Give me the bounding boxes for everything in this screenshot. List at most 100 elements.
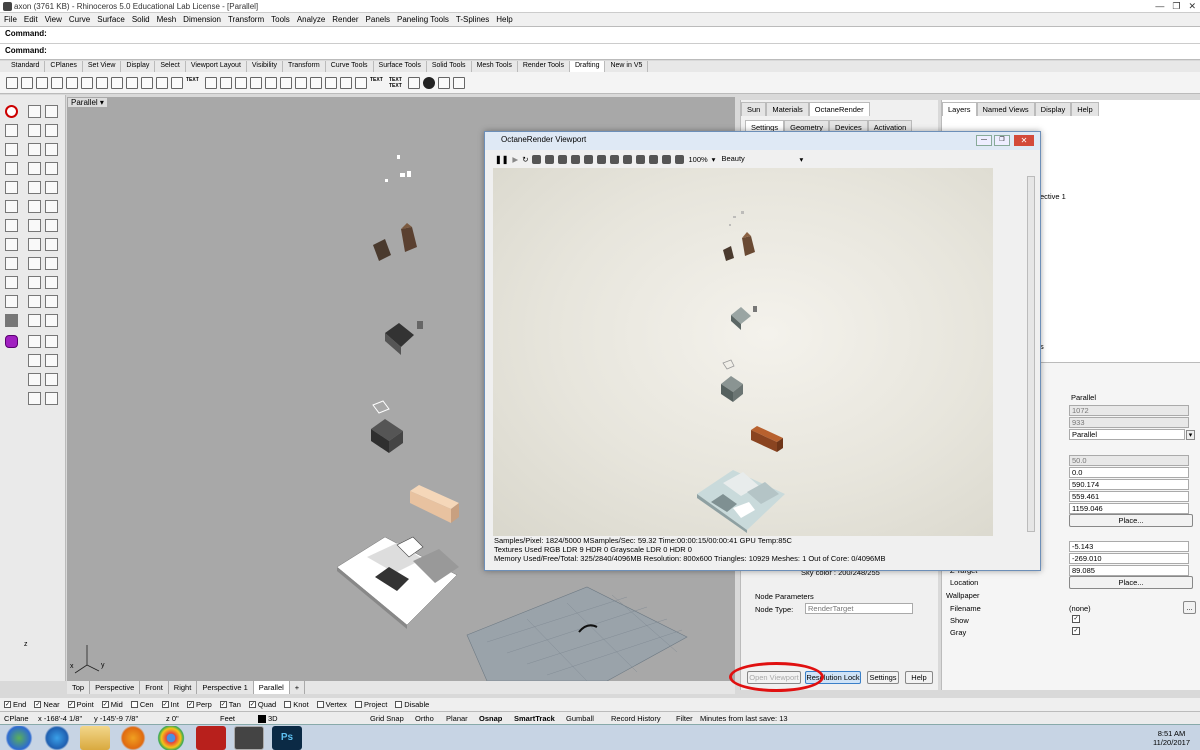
settings-gear-icon[interactable] <box>662 154 672 164</box>
t-splines-icon[interactable] <box>5 335 18 348</box>
tab-surface-tools[interactable]: Surface Tools <box>374 61 427 72</box>
tab-set-view[interactable]: Set View <box>83 61 122 72</box>
target-place-button[interactable]: Place... <box>1069 576 1193 589</box>
group-icon[interactable] <box>45 295 58 308</box>
checkbox-icon[interactable]: ✓ <box>186 701 194 708</box>
tab-mesh-tools[interactable]: Mesh Tools <box>472 61 518 72</box>
smarttrack-toggle[interactable]: SmartTrack <box>514 714 555 723</box>
contour-icon[interactable] <box>310 76 322 89</box>
tab-display[interactable]: Display <box>121 61 156 72</box>
checkbox-icon[interactable]: ✓ <box>161 701 169 708</box>
osnap-vertex[interactable]: Vertex <box>316 700 347 709</box>
status-layer[interactable]: 3D <box>268 714 278 723</box>
gray-checkbox[interactable]: ✓ <box>1072 627 1080 635</box>
pause-icon[interactable]: ❚❚ <box>495 155 508 164</box>
octane-render-viewport-window[interactable]: OctaneRender Viewport — ❐ ✕ ❚❚ ▶ ↻ 100% … <box>484 131 1041 571</box>
leader-icon[interactable] <box>111 76 123 89</box>
rotate-view-icon[interactable] <box>5 162 18 175</box>
menu-edit[interactable]: Edit <box>24 15 38 24</box>
color-picker-icon[interactable] <box>545 154 555 164</box>
vp-tab-right[interactable]: Right <box>169 681 198 694</box>
zoom-level[interactable]: 100% <box>688 155 707 164</box>
loft-icon[interactable] <box>45 238 58 251</box>
trim-icon[interactable] <box>28 276 41 289</box>
tab-standard[interactable]: Standard <box>6 61 46 72</box>
menu-curve[interactable]: Curve <box>69 15 90 24</box>
tab-octanerender[interactable]: OctaneRender <box>808 102 870 116</box>
internet-explorer-icon[interactable] <box>42 726 72 750</box>
status-cplane[interactable]: CPlane <box>4 714 29 723</box>
make2d-icon[interactable] <box>205 76 217 89</box>
tab-sun[interactable]: Sun <box>741 102 767 116</box>
shade-icon[interactable] <box>5 238 18 251</box>
octane-render-canvas[interactable] <box>493 168 993 536</box>
render-icon[interactable] <box>5 276 18 289</box>
maximize-button[interactable]: ❐ <box>1172 1 1180 12</box>
osnap-disable[interactable]: Disable <box>395 700 429 709</box>
render-region-icon[interactable] <box>532 154 542 164</box>
chevron-down-icon[interactable]: ▾ <box>799 155 803 164</box>
layout-icon[interactable] <box>265 76 277 89</box>
detail-icon[interactable] <box>250 76 262 89</box>
annotation-style-icon[interactable] <box>235 76 247 89</box>
close-button[interactable]: ✕ <box>1188 1 1196 12</box>
box-view-icon[interactable] <box>5 200 18 213</box>
prop-camera-z[interactable]: 1159.046 <box>1069 503 1189 514</box>
osnap-toggle[interactable]: Osnap <box>479 714 502 723</box>
minimize-button[interactable]: — <box>1155 1 1164 12</box>
octane-window-titlebar[interactable]: OctaneRender Viewport — ❐ ✕ <box>485 132 1040 150</box>
ortho-toggle[interactable]: Ortho <box>415 714 434 723</box>
menu-mesh[interactable]: Mesh <box>157 15 177 24</box>
menu-paneling-tools[interactable]: Paneling Tools <box>397 15 449 24</box>
chevron-down-icon[interactable]: ▾ <box>100 98 104 107</box>
start-button-icon[interactable] <box>4 726 34 750</box>
file-explorer-icon[interactable] <box>80 726 110 750</box>
tab-viewport-layout[interactable]: Viewport Layout <box>186 61 247 72</box>
add-viewport-tab-button[interactable]: + <box>290 681 306 694</box>
interp-curve-icon[interactable] <box>45 143 58 156</box>
menu-help[interactable]: Help <box>496 15 512 24</box>
checkbox-icon[interactable]: ✓ <box>248 701 256 708</box>
dimension-ordinate-icon[interactable] <box>126 76 138 89</box>
osnap-end[interactable]: ✓ End <box>4 700 26 709</box>
menu-t-splines[interactable]: T-Splines <box>456 15 489 24</box>
octane-maximize-button[interactable]: ❐ <box>994 135 1010 146</box>
new-file-icon[interactable] <box>6 76 18 89</box>
checkbox-icon[interactable] <box>395 701 403 708</box>
checkbox-icon[interactable]: ✓ <box>34 701 42 708</box>
offset-icon[interactable] <box>28 219 41 232</box>
dimension-radius-icon[interactable] <box>81 76 93 89</box>
osnap-mid[interactable]: ✓ Mid <box>101 700 123 709</box>
cancel-icon[interactable] <box>5 105 18 118</box>
boolean-union-icon[interactable] <box>28 373 41 386</box>
white-balance-icon[interactable] <box>571 154 581 164</box>
menu-solid[interactable]: Solid <box>132 15 150 24</box>
show-checkbox[interactable]: ✓ <box>1072 615 1080 623</box>
fillet-icon[interactable] <box>45 200 58 213</box>
prop-target-x[interactable]: -5.143 <box>1069 541 1189 552</box>
arrow-icon[interactable] <box>156 76 168 89</box>
point-icon[interactable] <box>45 105 58 118</box>
rectangle-icon[interactable] <box>45 181 58 194</box>
lock-icon[interactable] <box>623 154 633 164</box>
outline-icon[interactable] <box>340 76 352 89</box>
osnap-cen[interactable]: Cen <box>130 700 154 709</box>
mirror-icon[interactable] <box>28 354 41 367</box>
sphere-icon[interactable] <box>423 76 435 89</box>
line-icon[interactable] <box>28 124 41 137</box>
vp-tab-perspective-1[interactable]: Perspective 1 <box>197 681 254 694</box>
join-icon[interactable] <box>5 295 18 308</box>
unroll-icon[interactable] <box>355 76 367 89</box>
render-scrollbar[interactable] <box>1027 176 1035 532</box>
select-arrow-icon[interactable] <box>28 105 41 118</box>
tech-icon[interactable] <box>453 76 465 89</box>
osnap-int[interactable]: ✓ Int <box>161 700 179 709</box>
rhino-taskbar-icon[interactable] <box>234 726 264 750</box>
extend-icon[interactable] <box>45 219 58 232</box>
tab-materials[interactable]: Materials <box>766 102 809 116</box>
tab-select[interactable]: Select <box>155 61 186 72</box>
ellipse-icon[interactable] <box>28 181 41 194</box>
text-object-icon[interactable]: TEXT TEXT <box>389 77 405 89</box>
vp-tab-parallel[interactable]: Parallel <box>253 681 290 694</box>
menu-tools[interactable]: Tools <box>271 15 290 24</box>
